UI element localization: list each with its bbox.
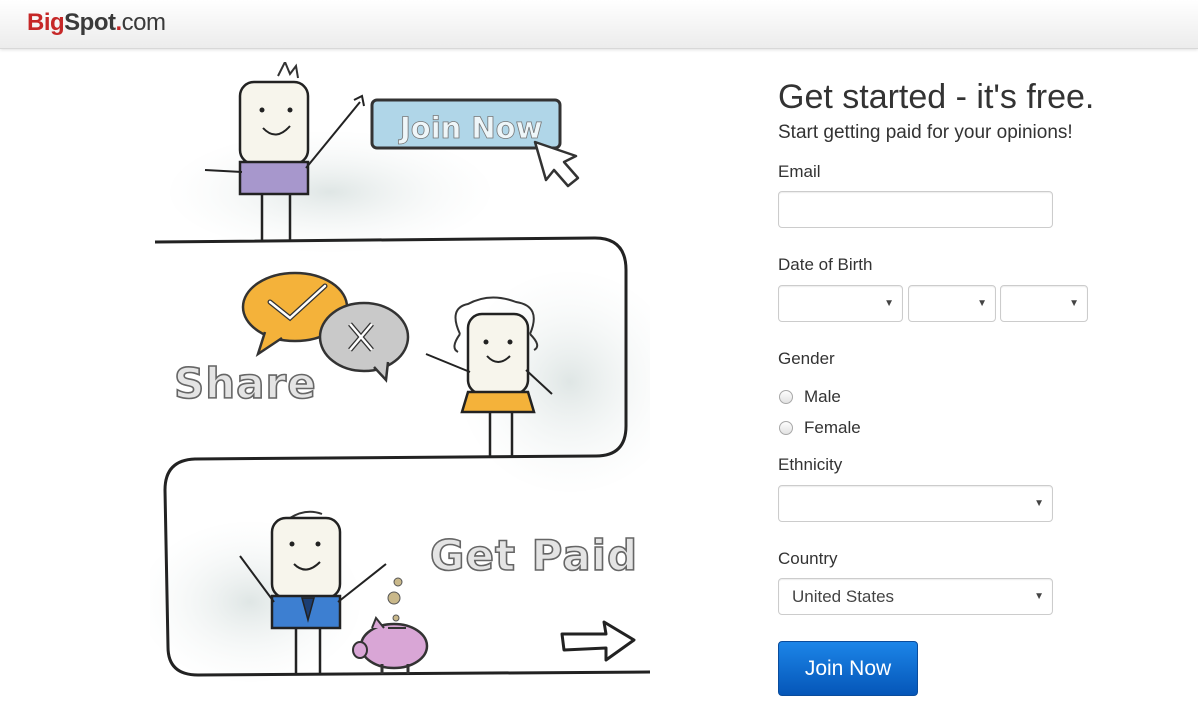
male-radio[interactable] xyxy=(779,390,793,404)
share-sketch-text: Share xyxy=(174,359,317,408)
dob-month-select[interactable]: ▼ xyxy=(778,285,903,322)
page-title: Get started - it's free. xyxy=(778,78,1095,116)
chevron-down-icon: ▼ xyxy=(1034,498,1044,509)
cursor-arrow-icon xyxy=(533,140,580,188)
ethnicity-select[interactable]: ▼ xyxy=(778,485,1053,522)
join-now-button[interactable]: Join Now xyxy=(778,641,918,696)
gender-label: Gender xyxy=(778,349,835,368)
date-of-birth-label: Date of Birth xyxy=(778,255,873,274)
chevron-down-icon: ▼ xyxy=(1069,298,1079,309)
dob-day-select[interactable]: ▼ xyxy=(908,285,996,322)
x-speech-bubble xyxy=(318,301,410,383)
top-bar: BigSpot.com xyxy=(0,0,1198,49)
piggy-bank-icon xyxy=(352,616,429,674)
page-subtitle: Start getting paid for your opinions! xyxy=(778,122,1073,143)
how-it-works-illustration: Join Now Share Get Paid xyxy=(150,62,650,687)
female-radio[interactable] xyxy=(779,421,793,435)
coins-icon xyxy=(387,577,403,622)
chevron-down-icon: ▼ xyxy=(884,298,894,309)
country-value: United States xyxy=(792,587,895,606)
email-label: Email xyxy=(778,162,821,181)
bigspot-logo[interactable]: BigSpot.com xyxy=(27,9,166,37)
dob-year-select[interactable]: ▼ xyxy=(1000,285,1088,322)
ethnicity-label: Ethnicity xyxy=(778,455,843,474)
gender-option-female[interactable]: Female xyxy=(779,418,861,438)
female-label: Female xyxy=(804,418,861,437)
chevron-down-icon: ▼ xyxy=(1034,591,1044,602)
male-label: Male xyxy=(804,387,841,406)
country-label: Country xyxy=(778,549,838,568)
email-input[interactable] xyxy=(778,191,1053,228)
gender-option-male[interactable]: Male xyxy=(779,387,841,407)
signup-form: Get started - it's free. Start getting p… xyxy=(778,78,1178,696)
join-now-sketch-text: Join Now xyxy=(398,111,542,145)
right-arrow-icon xyxy=(560,620,636,662)
country-select[interactable]: United States ▼ xyxy=(778,578,1053,615)
get-paid-sketch-text: Get Paid xyxy=(430,531,638,580)
chevron-down-icon: ▼ xyxy=(977,298,987,309)
